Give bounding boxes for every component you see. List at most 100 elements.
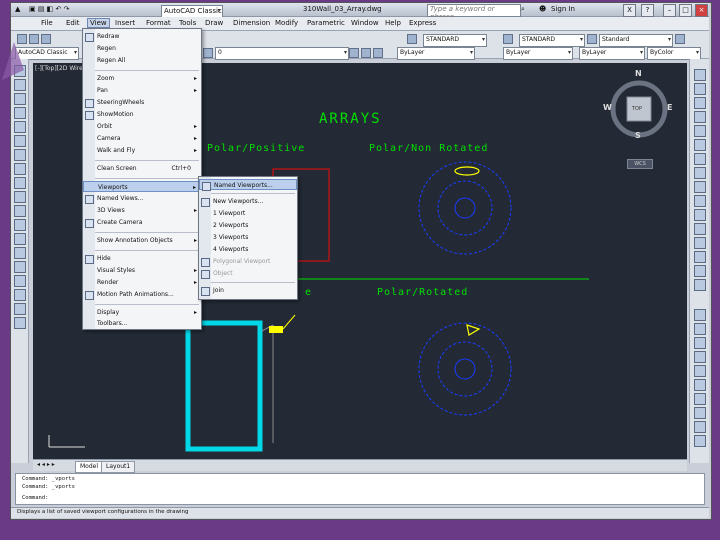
menu-item-clean-screen[interactable]: Clean Screen Ctrl+0: [83, 163, 201, 174]
gradient-icon[interactable]: [14, 275, 26, 287]
menu-express[interactable]: Express: [409, 19, 436, 27]
osnap-settings-icon[interactable]: [694, 435, 706, 447]
close-button[interactable]: ×: [695, 4, 708, 17]
wcs-menu[interactable]: WCS: [627, 159, 653, 169]
copy-icon[interactable]: [694, 83, 706, 95]
region-icon[interactable]: [14, 289, 26, 301]
exchange-icon[interactable]: X: [623, 4, 636, 17]
menu-draw[interactable]: Draw: [205, 19, 223, 27]
dim-style-icon[interactable]: [503, 34, 513, 44]
rectangle-icon[interactable]: [14, 121, 26, 133]
circle-icon[interactable]: [14, 149, 26, 161]
join-icon[interactable]: [694, 237, 706, 249]
menu-format[interactable]: Format: [146, 19, 171, 27]
minimize-button[interactable]: –: [663, 4, 676, 17]
menu-window[interactable]: Window: [351, 19, 379, 27]
menu-item-toolbars[interactable]: Toolbars...: [83, 318, 201, 329]
spline-icon[interactable]: [14, 177, 26, 189]
offset-icon[interactable]: [694, 111, 706, 123]
trim-icon[interactable]: [694, 195, 706, 207]
scale-icon[interactable]: [694, 167, 706, 179]
snap-none-icon[interactable]: [694, 421, 706, 433]
text-style-combo[interactable]: STANDARD: [423, 34, 487, 47]
menu-item-redraw[interactable]: Redraw: [83, 31, 201, 42]
mirror-icon[interactable]: [694, 97, 706, 109]
menu-item-walk-and-fly[interactable]: Walk and Fly ▸: [83, 145, 201, 156]
menu-file[interactable]: File: [41, 19, 53, 27]
snap-intersection-icon[interactable]: [694, 337, 706, 349]
command-prompt[interactable]: Command:: [22, 495, 49, 501]
revcloud-icon[interactable]: [14, 163, 26, 175]
fillet-icon[interactable]: [694, 265, 706, 277]
menu-tools[interactable]: Tools: [179, 19, 196, 27]
app-icon[interactable]: ▲: [15, 5, 20, 13]
search-icon[interactable]: ⌕: [521, 5, 525, 14]
menu-item-show-annotation[interactable]: Show Annotation Objects ▸: [83, 235, 201, 246]
move-icon[interactable]: [694, 139, 706, 151]
erase-icon[interactable]: [694, 69, 706, 81]
menu-item-visual-styles[interactable]: Visual Styles ▸: [83, 265, 201, 276]
tab-layout1[interactable]: Layout1: [101, 461, 136, 473]
layer-properties-icon[interactable]: [349, 48, 359, 58]
menu-item-camera[interactable]: Camera ▸: [83, 133, 201, 144]
menu-parametric[interactable]: Parametric: [307, 19, 345, 27]
table-icon[interactable]: [14, 303, 26, 315]
menu-item-named-viewports[interactable]: Named Viewports...: [199, 179, 297, 191]
help-button[interactable]: ?: [641, 4, 654, 17]
menu-item-regen[interactable]: Regen: [83, 43, 201, 54]
layer-combo[interactable]: 0: [215, 47, 349, 60]
table-style-icon[interactable]: [587, 34, 597, 44]
menu-item-steeringwheels[interactable]: SteeringWheels: [83, 97, 201, 108]
hatch-icon[interactable]: [14, 261, 26, 273]
maximize-button[interactable]: □: [679, 4, 692, 17]
array-icon[interactable]: [694, 125, 706, 137]
save-icon[interactable]: [41, 34, 51, 44]
multileader-style-icon[interactable]: [675, 34, 685, 44]
menu-item-render[interactable]: Render ▸: [83, 277, 201, 288]
menu-dimension[interactable]: Dimension: [233, 19, 270, 27]
menu-item-named-views[interactable]: Named Views...: [83, 193, 201, 204]
lineweight-combo[interactable]: ByLayer: [579, 47, 645, 60]
viewcube-south[interactable]: S: [635, 131, 641, 140]
stretch-icon[interactable]: [694, 181, 706, 193]
menu-item-object[interactable]: Object: [199, 268, 297, 279]
menu-item-showmotion[interactable]: ShowMotion: [83, 109, 201, 120]
viewcube[interactable]: [599, 69, 679, 169]
menu-item-2-viewports[interactable]: 2 Viewports: [199, 220, 297, 231]
menu-item-display[interactable]: Display ▸: [83, 307, 201, 318]
explode-icon[interactable]: [694, 279, 706, 291]
chamfer-icon[interactable]: [694, 251, 706, 263]
menu-edit[interactable]: Edit: [66, 19, 80, 27]
snap-perpendicular-icon[interactable]: [694, 393, 706, 405]
snap-quadrant-icon[interactable]: [694, 365, 706, 377]
snap-tangent-icon[interactable]: [694, 379, 706, 391]
menu-item-regen-all[interactable]: Regen All: [83, 55, 201, 66]
menu-view[interactable]: View: [87, 18, 110, 28]
dim-style-combo[interactable]: STANDARD: [519, 34, 585, 47]
viewcube-west[interactable]: W: [603, 103, 612, 112]
menu-item-hide[interactable]: Hide: [83, 253, 201, 264]
menu-item-polygonal-viewport[interactable]: Polygonal Viewport: [199, 256, 297, 267]
layer-icon[interactable]: [203, 48, 213, 58]
table-style-combo[interactable]: Standard: [599, 34, 673, 47]
polygon-icon[interactable]: [14, 107, 26, 119]
break-icon[interactable]: [694, 223, 706, 235]
menu-modify[interactable]: Modify: [275, 19, 298, 27]
menu-item-create-camera[interactable]: Create Camera: [83, 217, 201, 228]
menu-item-3d-views[interactable]: 3D Views ▸: [83, 205, 201, 216]
menu-help[interactable]: Help: [385, 19, 401, 27]
search-input[interactable]: Type a keyword or phrase: [427, 4, 521, 21]
menu-item-join[interactable]: Join: [199, 285, 297, 296]
mtext-icon[interactable]: [14, 317, 26, 329]
extend-icon[interactable]: [694, 209, 706, 221]
tab-nav-arrows[interactable]: ◂ ◂ ▸ ▸: [37, 461, 55, 468]
layer-previous-icon[interactable]: [361, 48, 371, 58]
text-style-icon[interactable]: [407, 34, 417, 44]
menu-item-1-viewport[interactable]: 1 Viewport: [199, 208, 297, 219]
snap-nearest-icon[interactable]: [694, 407, 706, 419]
snap-center-icon[interactable]: [694, 351, 706, 363]
viewcube-east[interactable]: E: [667, 103, 672, 112]
tab-model[interactable]: Model: [75, 461, 104, 473]
insert-block-icon[interactable]: [14, 219, 26, 231]
menu-item-3-viewports[interactable]: 3 Viewports: [199, 232, 297, 243]
